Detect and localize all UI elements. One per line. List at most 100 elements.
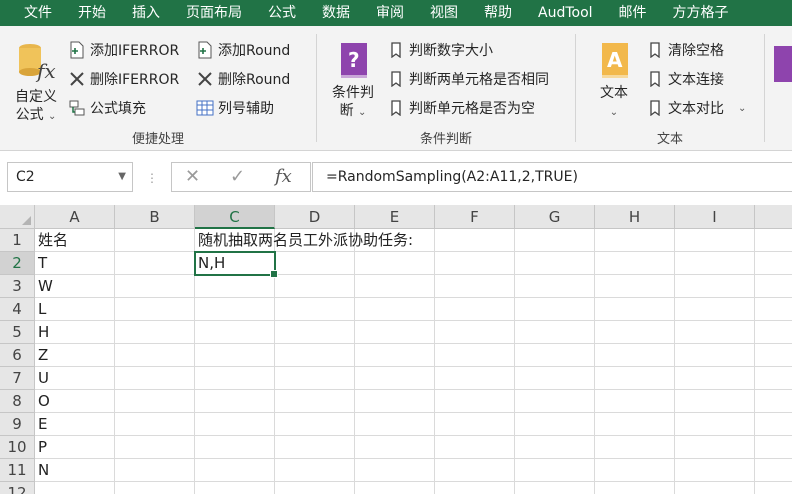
cell-a3[interactable]: W [35, 275, 53, 298]
name-box[interactable]: C2 ▼ [7, 162, 133, 192]
row-header-9[interactable]: 9 [0, 413, 35, 436]
row-header-12[interactable]: 12 [0, 482, 35, 494]
check-empty-button[interactable]: 判断单元格是否为空 [387, 97, 535, 119]
cancel-icon[interactable]: ✕ [185, 166, 200, 187]
custom-formula-label-2: 公式 [15, 107, 44, 123]
gridline [434, 229, 435, 494]
fill-icon [68, 99, 86, 117]
cell-a5[interactable]: H [35, 321, 49, 344]
gridline [35, 435, 792, 436]
column-header-d[interactable]: D [275, 205, 355, 229]
formula-fill-button[interactable]: 公式填充 [68, 97, 146, 119]
remove-round-button[interactable]: 删除Round [196, 68, 290, 90]
gridline [114, 229, 115, 494]
tab-file[interactable]: 文件 [0, 0, 65, 26]
add-page-icon [68, 41, 86, 59]
tab-help[interactable]: 帮助 [471, 0, 525, 26]
svg-text:A: A [607, 48, 623, 72]
text-button-label: 文本 [600, 85, 628, 101]
menu-bar: 文件 开始 插入 页面布局 公式 数据 审阅 视图 帮助 AudTool 邮件 … [0, 0, 792, 26]
cell-a10[interactable]: P [35, 436, 47, 459]
chevron-down-icon: ⌄ [738, 102, 747, 114]
group-condition: ? 条件判 断 ⌄ 判断数字大小 判断两单元格是否相同 判断单元格是否为空 条件… [317, 26, 575, 150]
column-header-g[interactable]: G [515, 205, 595, 229]
cell-a8[interactable]: O [35, 390, 50, 413]
add-round-button[interactable]: 添加Round [196, 39, 290, 61]
row-header-6[interactable]: 6 [0, 344, 35, 367]
row-header-3[interactable]: 3 [0, 275, 35, 298]
custom-formula-button[interactable]: fx 自定义 公式 ⌄ [8, 40, 64, 126]
more-dots-icon[interactable]: ⋮ [146, 171, 158, 185]
row-header-5[interactable]: 5 [0, 321, 35, 344]
column-header-e[interactable]: E [355, 205, 435, 229]
column-header-j[interactable] [755, 205, 792, 229]
condition-label-1: 条件判 [332, 85, 374, 101]
active-cell-selection[interactable] [194, 251, 278, 278]
gridline [35, 343, 792, 344]
row-header-1[interactable]: 1 [0, 229, 35, 252]
divider [764, 34, 765, 142]
column-helper-button[interactable]: 列号辅助 [196, 97, 274, 119]
column-header-a[interactable]: A [35, 205, 115, 229]
row-header-8[interactable]: 8 [0, 390, 35, 413]
chevron-down-icon[interactable]: ▼ [118, 163, 126, 191]
partial-ribbon-icon [774, 46, 792, 82]
cell-a9[interactable]: E [35, 413, 47, 436]
condition-label-2: 断 [339, 103, 354, 119]
column-header-i[interactable]: I [675, 205, 755, 229]
cell-a2[interactable]: T [35, 252, 47, 275]
check-empty-label: 判断单元格是否为空 [409, 101, 535, 117]
bookmark-icon [646, 99, 664, 117]
row-header-2[interactable]: 2 [0, 252, 35, 275]
tab-fangfang[interactable]: 方方格子 [660, 0, 742, 26]
remove-iferror-button[interactable]: 删除IFERROR [68, 68, 179, 90]
remove-iferror-label: 删除IFERROR [90, 72, 180, 88]
cell-a7[interactable]: U [35, 367, 49, 390]
compare-cells-button[interactable]: 判断两单元格是否相同 [387, 68, 549, 90]
text-join-button[interactable]: 文本连接 [646, 68, 724, 90]
add-iferror-button[interactable]: 添加IFERROR [68, 39, 179, 61]
row-header-7[interactable]: 7 [0, 367, 35, 390]
tab-review[interactable]: 审阅 [363, 0, 417, 26]
column-header-f[interactable]: F [435, 205, 515, 229]
text-compare-button[interactable]: 文本对比 ⌄ [646, 97, 746, 119]
condition-button[interactable]: ? 条件判 断 ⌄ [327, 40, 379, 122]
cell-a11[interactable]: N [35, 459, 49, 482]
tab-mail[interactable]: 邮件 [606, 0, 660, 26]
row-header-11[interactable]: 11 [0, 459, 35, 482]
spreadsheet-grid: A B C D E F G H I 1 2 3 4 5 6 7 8 9 10 1… [0, 205, 792, 494]
cell-c1[interactable]: 随机抽取两名员工外派协助任务: [195, 229, 413, 252]
cell-a6[interactable]: Z [35, 344, 48, 367]
clear-spaces-button[interactable]: 清除空格 [646, 39, 724, 61]
formula-fill-label: 公式填充 [90, 101, 146, 117]
tab-home[interactable]: 开始 [65, 0, 119, 26]
group-quick-process: fx 自定义 公式 ⌄ 添加IFERROR 删除IFERROR 公式填充 添加R… [0, 26, 316, 150]
row-header-10[interactable]: 10 [0, 436, 35, 459]
compare-number-button[interactable]: 判断数字大小 [387, 39, 493, 61]
clear-spaces-label: 清除空格 [668, 43, 724, 59]
tab-view[interactable]: 视图 [417, 0, 471, 26]
compare-cells-label: 判断两单元格是否相同 [409, 72, 549, 88]
check-icon[interactable]: ✓ [230, 166, 245, 187]
formula-buttons: ✕ ✓ fx [171, 162, 311, 192]
svg-text:?: ? [348, 48, 360, 72]
tab-insert[interactable]: 插入 [119, 0, 173, 26]
column-helper-label: 列号辅助 [218, 101, 274, 117]
formula-input[interactable]: =RandomSampling(A2:A11,2,TRUE) [312, 162, 792, 192]
row-header-4[interactable]: 4 [0, 298, 35, 321]
tab-audtool[interactable]: AudTool [525, 0, 606, 26]
column-header-c[interactable]: C [195, 205, 275, 229]
cell-a1[interactable]: 姓名 [35, 229, 68, 252]
column-header-b[interactable]: B [115, 205, 195, 229]
text-button[interactable]: A 文本 ⌄ [588, 40, 640, 122]
insert-function-icon[interactable]: fx [275, 166, 292, 187]
text-book-icon: A [602, 43, 628, 78]
cell-a4[interactable]: L [35, 298, 46, 321]
column-header-h[interactable]: H [595, 205, 675, 229]
tab-data[interactable]: 数据 [309, 0, 363, 26]
tab-page-layout[interactable]: 页面布局 [173, 0, 255, 26]
tab-formulas[interactable]: 公式 [255, 0, 309, 26]
close-icon [196, 70, 214, 88]
bookmark-icon [387, 70, 405, 88]
select-all-corner[interactable] [0, 205, 35, 229]
